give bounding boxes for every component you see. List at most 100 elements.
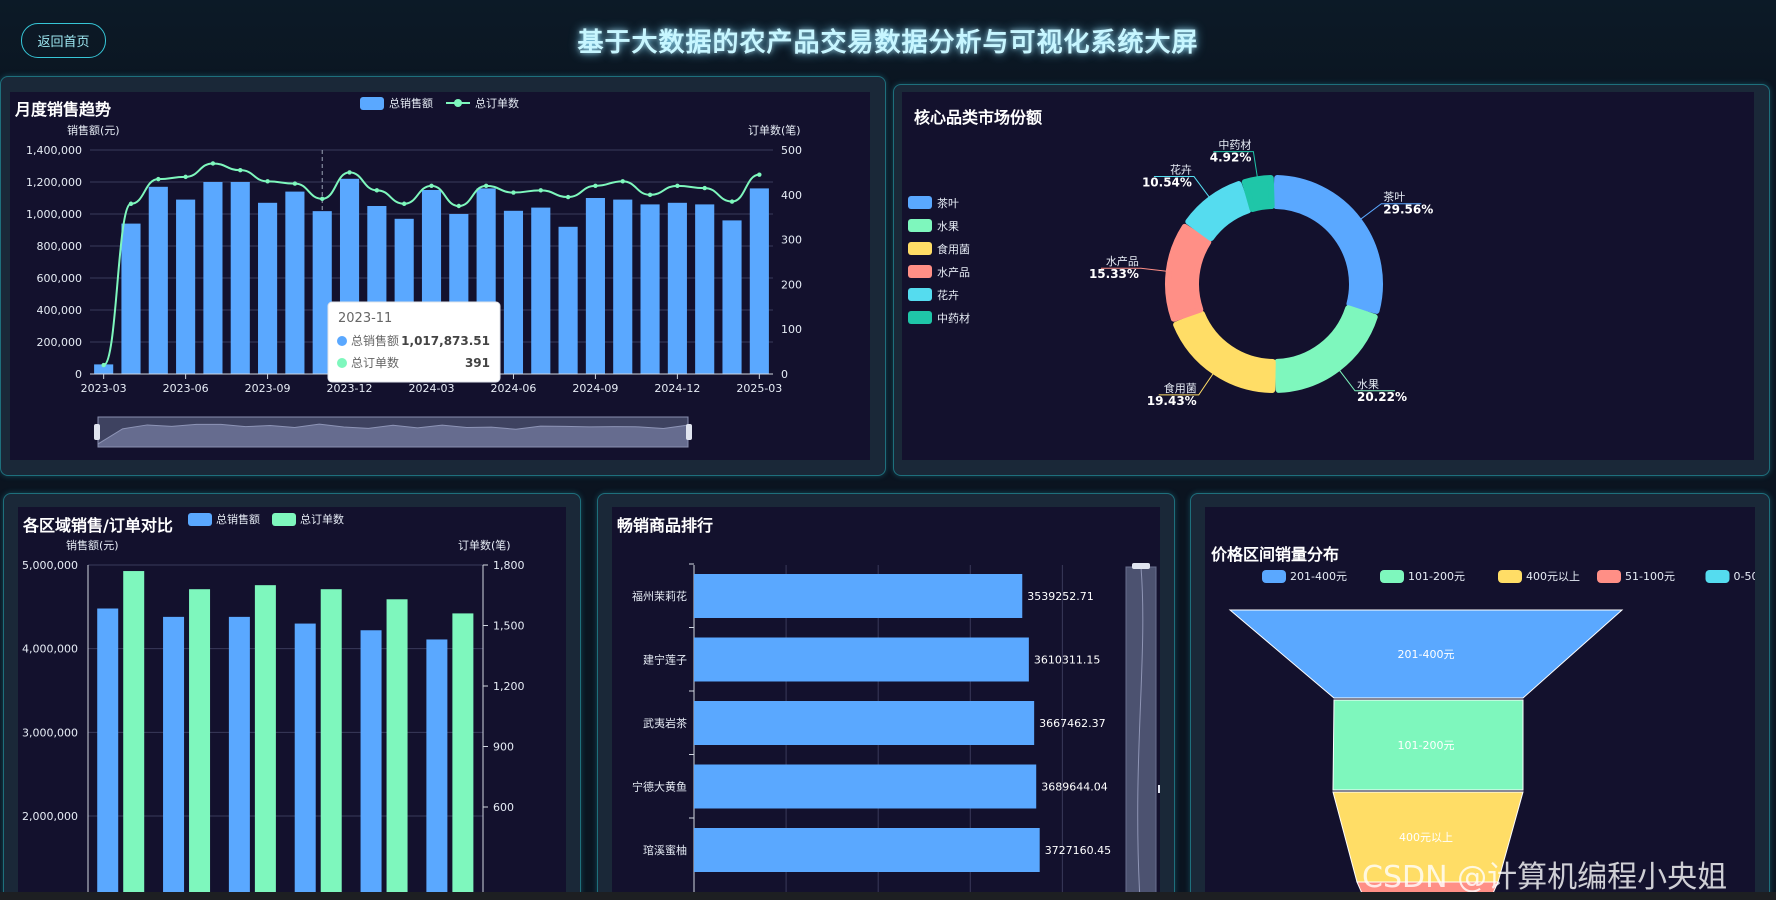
y-right-tick: 500 [781, 144, 802, 157]
sales-bar [695, 204, 715, 374]
x-tick-label: 2024-06 [490, 382, 536, 395]
y-left-tick: 1,400,000 [26, 144, 82, 157]
ranking-bar [694, 574, 1023, 618]
legend-label: 总订单数 [475, 96, 519, 110]
region-sales-bar [294, 623, 316, 900]
region-y-left-tick: 2,000,000 [22, 810, 78, 823]
sales-bar [258, 202, 278, 374]
price-legend-swatch [1380, 570, 1404, 583]
y-left-tick: 400,000 [37, 304, 83, 317]
datazoom-left-handle[interactable] [94, 424, 100, 440]
region-sales-bar [97, 608, 119, 900]
sales-bar [285, 191, 305, 374]
sales-bar [749, 188, 769, 374]
orders-point [647, 192, 653, 197]
orders-point [320, 196, 325, 202]
orders-point [483, 183, 489, 189]
share-chart[interactable]: 茶叶水果食用菌水产品花卉中药材茶叶29.56%水果20.22%食用菌19.43%… [902, 92, 1754, 460]
y-left-axis-label: 销售额(元) [67, 123, 120, 137]
share-slice [1241, 175, 1275, 213]
share-label-value: 15.33% [1089, 267, 1139, 281]
funnel-stage-label: 101-200元 [1398, 739, 1455, 752]
ranking-category: 武夷岩茶 [643, 716, 687, 730]
region-y-left-tick: 5,000,000 [22, 559, 78, 572]
share-label-name: 水产品 [1106, 254, 1139, 268]
orders-point [238, 167, 243, 173]
region-panel: 各区域销售/订单对比 总销售额 总订单数 销售额(元) 订单数(笔) 2,000,000… [18, 507, 566, 900]
x-tick-label: 2023-03 [81, 382, 127, 395]
share-slice [1185, 181, 1252, 242]
x-tick-label: 2023-12 [327, 382, 373, 395]
bottom-strip [0, 892, 1776, 900]
y-left-tick: 800,000 [37, 240, 83, 253]
region-y-right-tick: 900 [493, 741, 514, 754]
x-tick-label: 2025-03 [736, 382, 782, 395]
orders-point [702, 185, 707, 191]
monthly-panel: 月度销售趋势 总销售额 总订单数 销售额(元) 订单数(笔) 0 200,000 400,0… [10, 92, 870, 460]
sales-bar [203, 182, 223, 374]
x-tick-label: 2024-03 [409, 382, 455, 395]
y-right-tick: 400 [781, 189, 802, 202]
share-label-value: 10.54% [1142, 176, 1192, 190]
y-right-tick: 200 [781, 278, 802, 291]
orders-point [183, 174, 188, 180]
y-left-tick: 600,000 [37, 272, 83, 285]
region-y-left-tick: 4,000,000 [22, 643, 78, 656]
watermark-text: CSDN @计算机编程小央姐 [1362, 860, 1728, 895]
monthly-chart[interactable]: 总销售额 总订单数销售额(元) 订单数(笔)0200,000400,000600,0… [10, 92, 870, 460]
x-tick-label: 2023-09 [245, 382, 291, 395]
sales-bar [585, 198, 605, 374]
price-chart[interactable]: 201-400元 101-200元 400元以上 51-100元 0-50元 201-40… [1205, 507, 1755, 900]
region-sales-bar [163, 616, 185, 900]
orders-point [156, 176, 161, 182]
orders-point [101, 362, 106, 368]
share-legend-label: 水果 [937, 220, 959, 233]
ranking-panel: 畅销商品排行 福州茉莉花 3539252.71 建宁莲子 3610311.15 武夷岩茶… [612, 507, 1160, 900]
orders-point [729, 199, 735, 204]
share-legend-label: 花卉 [937, 289, 959, 302]
share-legend-swatch [908, 242, 932, 255]
share-label-value: 19.43% [1147, 394, 1197, 408]
region-orders-bar [452, 613, 474, 900]
ranking-datazoom-handle[interactable] [1132, 563, 1150, 569]
legend-label: 总销售额 [389, 96, 433, 110]
tooltip-dot [337, 358, 347, 368]
share-slice [1173, 310, 1276, 393]
share-label-value: 4.92% [1210, 151, 1252, 165]
orders-point [347, 170, 352, 175]
orders-point [593, 183, 598, 189]
share-legend-swatch [908, 265, 932, 278]
datazoom-window [97, 416, 689, 448]
ranking-value-label: 3667462.37 [1039, 717, 1105, 730]
y-left-tick: 0 [75, 368, 82, 381]
ranking-category: 琯溪蜜柚 [643, 843, 687, 857]
orders-point [210, 161, 216, 166]
funnel-stage-label: 201-400元 [1398, 648, 1455, 661]
share-label-value: 20.22% [1357, 390, 1407, 404]
y-left-tick: 1,200,000 [26, 176, 82, 189]
tooltip-label: 总订单数 [351, 355, 399, 370]
share-legend-label: 食用菌 [937, 242, 970, 256]
orders-point [565, 194, 571, 200]
orders-point [401, 201, 407, 206]
y-right-tick: 300 [781, 234, 802, 247]
datazoom-right-handle[interactable] [686, 424, 692, 440]
region-legend-swatch [272, 513, 296, 526]
ranking-datazoom-track [1125, 566, 1157, 900]
region-legend-swatch [188, 513, 212, 526]
orders-point [757, 172, 762, 177]
y-right-tick: 100 [781, 323, 802, 336]
legend-sales-swatch [360, 97, 384, 110]
tooltip-value: 1,017,873.51 [401, 334, 490, 348]
region-legend-label: 总销售额 [216, 512, 260, 526]
orders-point [128, 201, 134, 206]
share-legend-label: 水产品 [937, 265, 970, 279]
ranking-category: 宁德大黄鱼 [632, 780, 687, 794]
ranking-value-label: 3727160.45 [1045, 844, 1111, 857]
ranking-chart[interactable]: 福州茉莉花 3539252.71 建宁莲子 3610311.15 武夷岩茶 3667462… [612, 507, 1160, 900]
share-legend-swatch [908, 288, 932, 301]
region-chart[interactable]: 总销售额 总订单数销售额(元) 订单数(笔) 2,000,000 3,000,000 4,… [18, 507, 566, 900]
ranking-category: 福州茉莉花 [632, 589, 687, 603]
region-orders-bar [123, 571, 145, 900]
ranking-value-label: 3539252.71 [1027, 590, 1093, 603]
